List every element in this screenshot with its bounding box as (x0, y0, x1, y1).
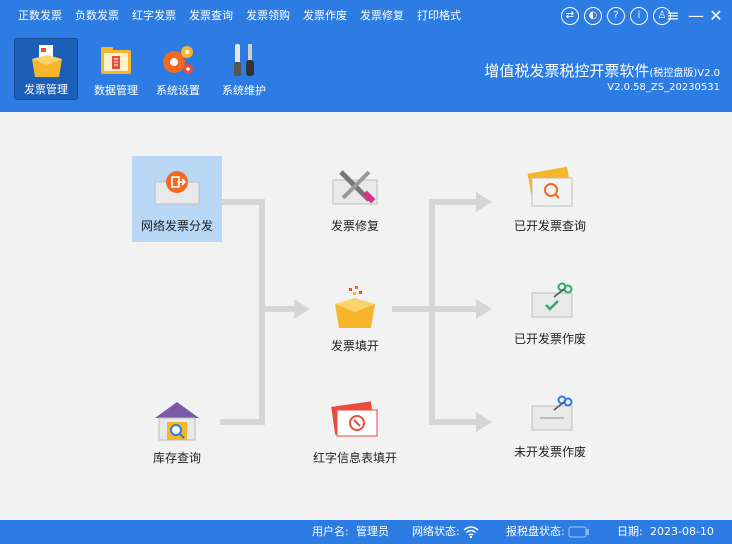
app-version-short: V2.0 (697, 68, 720, 79)
status-bar: 用户名: 管理员 网络状态: 报税盘状态: 日期: 2023-08-10 (0, 520, 732, 544)
invoice-search-icon (527, 166, 573, 207)
user-name: 管理员 (356, 525, 389, 538)
menu-invoice-query[interactable]: 发票查询 (189, 0, 233, 32)
wifi-icon (463, 520, 479, 544)
tool-label: 发票管理 (24, 83, 68, 96)
app-edition: (税控盘版) (649, 68, 698, 79)
data-folder-icon (101, 47, 131, 74)
date-value: 2023-08-10 (650, 525, 714, 538)
close-icon[interactable]: ✕ (707, 7, 725, 25)
menu-invoice-repair[interactable]: 发票修复 (360, 0, 404, 32)
node-label: 已开发票作废 (513, 332, 586, 346)
node-issued-invoice-void[interactable]: 已开发票作废 (490, 269, 610, 353)
repair-wrench-icon (332, 170, 378, 205)
tool-system-settings[interactable]: 系统设置 (146, 38, 210, 100)
invoice-cut-check-icon (531, 282, 573, 318)
tax-disk-label: 报税盘状态: (506, 525, 565, 538)
network-label: 网络状态: (412, 525, 460, 538)
tool-label: 系统设置 (156, 84, 200, 97)
menu-negative-invoice[interactable]: 负数发票 (75, 0, 119, 32)
menu-red-invoice[interactable]: 红字发票 (132, 0, 176, 32)
app-window: 正数发票 负数发票 红字发票 发票查询 发票领购 发票作废 发票修复 打印格式 … (0, 0, 732, 544)
node-label: 已开发票查询 (513, 219, 586, 233)
node-network-invoice-distribute[interactable]: 网络发票分发 (132, 156, 222, 242)
app-title: 增值税发票税控开票软件(税控盘版)V2.0 (484, 60, 720, 81)
toolbar: 发票管理 数据管理 系统设置 系统维护 增值税发票税控开票软件(税控盘版)V2.… (0, 32, 732, 112)
warehouse-search-icon (155, 402, 199, 441)
tool-data-management[interactable]: 数据管理 (84, 38, 148, 100)
gears-icon (163, 46, 193, 74)
node-stock-query[interactable]: 库存查询 (117, 388, 237, 472)
menu-bar: 正数发票 负数发票 红字发票 发票查询 发票领购 发票作废 发票修复 打印格式 … (0, 0, 732, 32)
menu-invoice-purchase[interactable]: 发票领购 (246, 0, 290, 32)
node-label: 未开发票作废 (513, 445, 586, 459)
node-label: 库存查询 (152, 451, 201, 465)
node-invoice-repair[interactable]: 发票修复 (295, 156, 415, 240)
menu-invoice-void[interactable]: 发票作废 (303, 0, 347, 32)
tool-label: 数据管理 (94, 84, 138, 97)
node-label: 红字信息表填开 (312, 451, 397, 465)
app-title-text: 增值税发票税控开票软件 (484, 62, 650, 80)
invoice-cut-icon (531, 395, 573, 431)
app-version: V2.0.58_ZS_20230531 (607, 82, 720, 93)
help-icon[interactable]: ? (607, 7, 625, 25)
menu-print-format[interactable]: 打印格式 (417, 0, 461, 32)
node-label: 网络发票分发 (140, 219, 213, 233)
node-unissued-invoice-void[interactable]: 未开发票作废 (490, 382, 610, 466)
node-label: 发票修复 (330, 219, 379, 233)
tool-invoice-management[interactable]: 发票管理 (14, 38, 78, 100)
invoice-distribute-icon (154, 171, 200, 205)
node-label: 发票填开 (330, 339, 379, 353)
workflow-panel: 网络发票分发 发票修复 发票填开 红字信息表填开 库存查询 已开发票查询 已开发… (0, 112, 732, 520)
menu-positive-invoice[interactable]: 正数发票 (18, 0, 62, 32)
user-label: 用户名: (312, 525, 349, 538)
node-issued-invoice-query[interactable]: 已开发票查询 (490, 156, 610, 240)
node-red-info-fill[interactable]: 红字信息表填开 (295, 388, 415, 484)
date-label: 日期: (617, 525, 643, 538)
node-invoice-fill[interactable]: 发票填开 (295, 276, 415, 360)
hamburger-menu-icon[interactable]: ≡ (664, 7, 682, 25)
tax-disk-icon (568, 520, 590, 544)
tool-label: 系统维护 (222, 84, 266, 97)
invoice-box-icon (335, 286, 375, 328)
invoice-box-icon (32, 45, 62, 77)
skin-icon[interactable]: ◐ (584, 7, 602, 25)
wifi-signal-icon (463, 526, 479, 539)
minimize-icon[interactable]: — (687, 7, 705, 25)
tools-icon (234, 44, 254, 76)
usb-disk-icon (568, 526, 589, 538)
tool-system-maintenance[interactable]: 系统维护 (212, 38, 276, 100)
red-invoice-pen-icon (331, 401, 378, 437)
info-icon[interactable]: i (630, 7, 648, 25)
swap-icon[interactable]: ⇄ (561, 7, 579, 25)
